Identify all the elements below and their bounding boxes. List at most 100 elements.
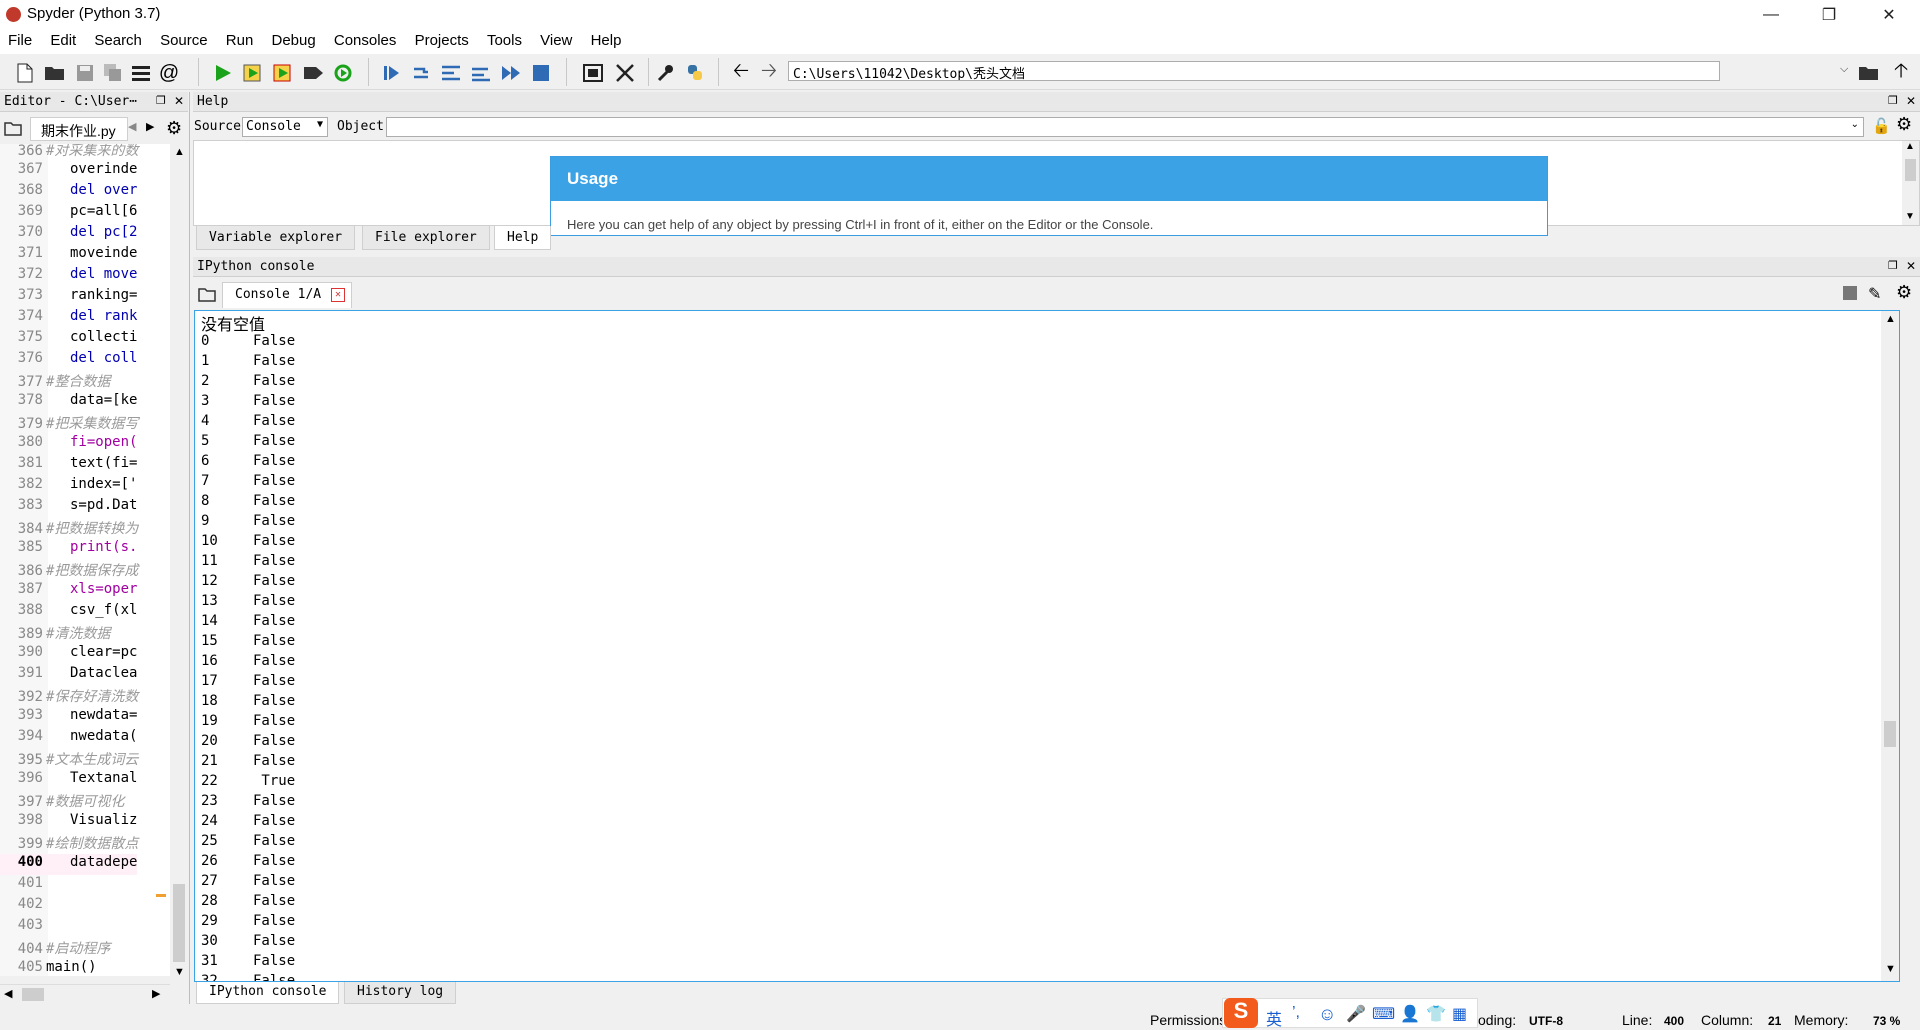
tab-scroll-left-icon[interactable]: ◀: [128, 120, 136, 133]
interrupt-kernel-icon[interactable]: [1843, 286, 1857, 300]
open-folder-icon[interactable]: [42, 60, 68, 86]
scrollbar-thumb[interactable]: [1884, 721, 1896, 747]
scrollbar-thumb[interactable]: [1905, 159, 1916, 181]
rerun-icon[interactable]: [330, 60, 356, 86]
editor-horizontal-scrollbar[interactable]: ◀ ▶: [0, 984, 170, 1004]
menu-consoles[interactable]: Consoles: [334, 30, 397, 51]
user-icon[interactable]: 👤: [1400, 1004, 1420, 1024]
at-symbol-icon[interactable]: @: [156, 60, 182, 86]
tab-history-log[interactable]: History log: [344, 982, 457, 1004]
scroll-down-icon[interactable]: ▼: [1885, 963, 1896, 975]
gear-icon[interactable]: ⚙: [166, 118, 182, 139]
python-path-icon[interactable]: [682, 60, 708, 86]
back-arrow-icon[interactable]: 🡠: [728, 60, 754, 86]
browse-tabs-icon[interactable]: [128, 60, 154, 86]
continue-icon[interactable]: [498, 60, 524, 86]
scroll-right-icon[interactable]: ▶: [152, 987, 160, 1000]
undock-icon[interactable]: ❐: [1888, 259, 1898, 272]
tab-file-explorer[interactable]: File explorer: [362, 226, 490, 250]
scrollbar-thumb[interactable]: [22, 988, 44, 1001]
menu-debug[interactable]: Debug: [271, 30, 315, 51]
eraser-icon[interactable]: ✎: [1868, 284, 1881, 304]
run-cell-advance-icon[interactable]: [270, 60, 296, 86]
scrollbar-thumb[interactable]: [173, 884, 185, 962]
code-line: 405 main(): [0, 959, 97, 976]
close-pane-icon[interactable]: ✕: [174, 94, 184, 108]
preferences-wrench-icon[interactable]: [652, 60, 678, 86]
editor-vertical-scrollbar[interactable]: ▲ ▼: [170, 144, 188, 984]
folder-icon[interactable]: [198, 286, 216, 306]
gear-icon[interactable]: ⚙: [1896, 282, 1912, 303]
tab-variable-explorer[interactable]: Variable explorer: [196, 226, 356, 250]
emoji-icon[interactable]: ☺: [1318, 1004, 1336, 1025]
fullscreen-icon[interactable]: [612, 60, 638, 86]
toolbox-icon[interactable]: ▦: [1452, 1004, 1467, 1024]
close-pane-icon[interactable]: ✕: [1906, 94, 1916, 108]
menu-run[interactable]: Run: [226, 30, 254, 51]
code-editor[interactable]: 366 #对采集来的数 367 overinde 368 del over 369 pc=al…: [0, 144, 170, 976]
step-into-icon[interactable]: [438, 60, 464, 86]
scroll-up-icon[interactable]: ▲: [1885, 313, 1896, 325]
step-icon[interactable]: [408, 60, 434, 86]
help-scrollbar[interactable]: ▲ ▼: [1902, 141, 1919, 225]
menu-view[interactable]: View: [540, 30, 572, 51]
close-icon[interactable]: ✕: [1866, 0, 1912, 30]
close-tab-icon[interactable]: ✕: [331, 288, 345, 302]
undock-icon[interactable]: ❐: [156, 94, 166, 107]
code-line: 398 Visualiz: [0, 812, 138, 833]
debug-icon[interactable]: [378, 60, 404, 86]
run-icon[interactable]: [210, 60, 236, 86]
save-all-icon[interactable]: [100, 60, 126, 86]
scroll-down-icon[interactable]: ▼: [174, 966, 185, 978]
skin-icon[interactable]: 👕: [1426, 1004, 1446, 1024]
menu-help[interactable]: Help: [591, 30, 622, 51]
menu-search[interactable]: Search: [94, 30, 142, 51]
ime-language-toggle[interactable]: 英: [1266, 1006, 1282, 1030]
keyboard-icon[interactable]: ⌨: [1372, 1004, 1395, 1024]
source-select[interactable]: Console ▼: [242, 117, 328, 137]
scroll-up-icon[interactable]: ▲: [174, 146, 185, 158]
run-selection-icon[interactable]: [300, 60, 326, 86]
menu-projects[interactable]: Projects: [415, 30, 469, 51]
forward-arrow-icon[interactable]: 🡢: [756, 60, 782, 86]
scroll-down-icon[interactable]: ▼: [1905, 211, 1915, 222]
minimize-icon[interactable]: —: [1748, 0, 1794, 30]
close-pane-icon[interactable]: ✕: [1906, 259, 1916, 273]
new-file-icon[interactable]: [12, 60, 38, 86]
restore-icon[interactable]: ❐: [1806, 0, 1852, 30]
undock-icon[interactable]: ❐: [1888, 94, 1898, 107]
parent-directory-icon[interactable]: 🡡: [1888, 60, 1914, 86]
step-return-icon[interactable]: [468, 60, 494, 86]
console-tab[interactable]: Console 1/A ✕: [222, 282, 352, 308]
working-directory-input[interactable]: C:\Users\11042\Desktop\秃头文档: [788, 61, 1720, 81]
scroll-left-icon[interactable]: ◀: [4, 987, 12, 1000]
sogou-logo-icon[interactable]: S: [1224, 998, 1258, 1028]
punctuation-icon[interactable]: ’,: [1292, 1004, 1300, 1022]
tab-scroll-right-icon[interactable]: ▶: [146, 120, 154, 133]
tab-ipython-console[interactable]: IPython console: [196, 982, 340, 1004]
code-line: 395 #文本生成词云: [0, 749, 139, 770]
tab-help[interactable]: Help: [494, 226, 552, 250]
microphone-icon[interactable]: 🎤: [1346, 1004, 1366, 1024]
stop-debug-icon[interactable]: [528, 60, 554, 86]
lock-icon[interactable]: 🔓: [1872, 117, 1891, 135]
browse-directory-icon[interactable]: [1856, 60, 1882, 86]
run-cell-icon[interactable]: [240, 60, 266, 86]
console-output[interactable]: 没有空值 0 False 1 False 2 False 3 False 4 False 5 Fals…: [194, 310, 1900, 982]
menu-edit[interactable]: Edit: [50, 30, 76, 51]
row-value: False: [253, 733, 296, 749]
menu-file[interactable]: File: [8, 30, 32, 51]
console-scrollbar[interactable]: ▲ ▼: [1881, 311, 1899, 981]
gear-icon[interactable]: ⚙: [1896, 114, 1912, 135]
file-tab[interactable]: 期末作业.py: [30, 117, 128, 141]
folder-icon[interactable]: [4, 120, 22, 140]
object-input[interactable]: ⌄: [386, 117, 1864, 137]
chevron-down-icon[interactable]: ⌵: [1840, 63, 1848, 76]
scroll-up-icon[interactable]: ▲: [1905, 141, 1915, 152]
code-line: 376 del coll: [0, 350, 138, 371]
code-line: 380 fi=open(: [0, 434, 138, 455]
maximize-pane-icon[interactable]: [580, 60, 606, 86]
menu-tools[interactable]: Tools: [487, 30, 522, 51]
menu-source[interactable]: Source: [160, 30, 208, 51]
save-icon[interactable]: [72, 60, 98, 86]
